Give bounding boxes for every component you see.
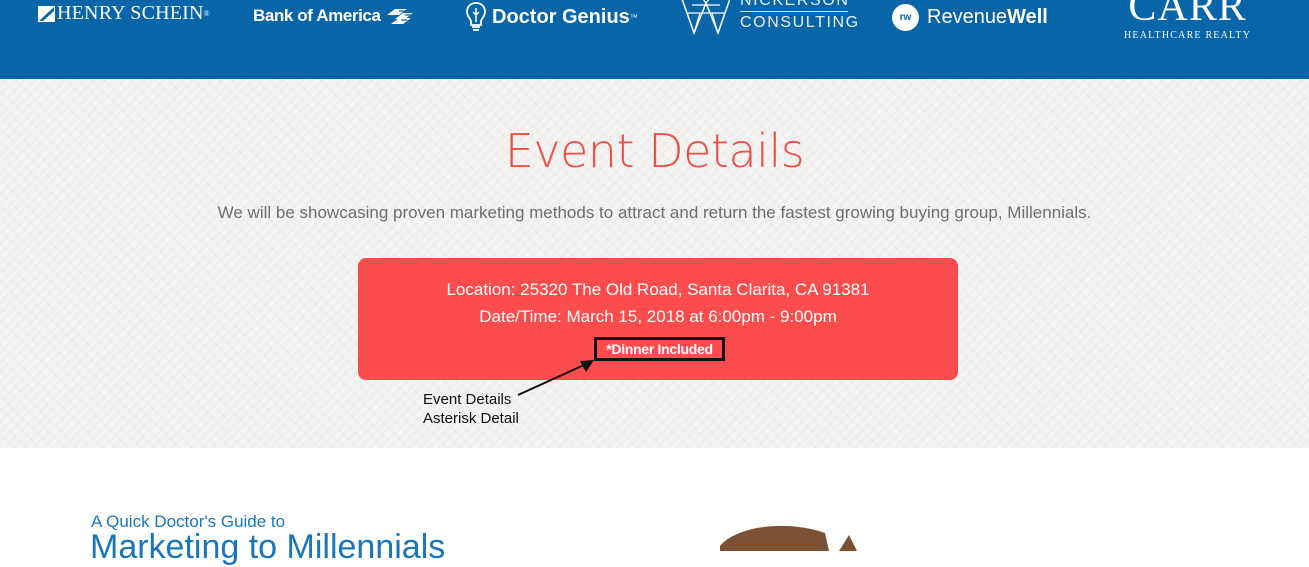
nickerson-consulting-label: CONSULTING (740, 14, 860, 31)
bank-of-america-flag-icon (386, 9, 413, 24)
annotation-arrow-icon (517, 360, 594, 396)
trademark-mark: ™ (629, 12, 638, 22)
carr-subtitle: HEALTHCARE REALTY (1124, 30, 1252, 41)
registered-mark: ® (203, 9, 210, 18)
revenuewell-name-bold: Well (1007, 6, 1048, 28)
revenuewell-logo[interactable]: rw Revenue Well (892, 4, 1048, 31)
nickerson-name: NICKERSON (740, 0, 850, 9)
bank-of-america-name: Bank of America (253, 6, 381, 25)
guide-title: Marketing to Millennials (90, 528, 446, 566)
annotation-line-2: Asterisk Detail (423, 410, 519, 427)
event-details-heading: Event Details (504, 124, 805, 178)
nickerson-consulting-logo[interactable]: NICKERSON CONSULTING (678, 0, 860, 35)
event-details-section: Event Details We will be showcasing prov… (0, 79, 1309, 448)
henry-schein-name: HENRY SCHEIN (57, 2, 204, 24)
annotation-label: Event Details Asterisk Detail (423, 390, 519, 428)
revenuewell-badge-icon: rw (892, 4, 919, 31)
bank-of-america-logo[interactable]: Bank of America (253, 6, 415, 26)
sponsor-logo-band: HENRY SCHEIN ® Bank of America Doctor Gen… (0, 0, 1309, 79)
nickerson-mark-icon (681, 0, 731, 35)
carr-name: CARR (1128, 0, 1247, 30)
dinner-included-note: *Dinner Included (594, 337, 725, 361)
guide-illustration-icon (720, 525, 857, 551)
nickerson-divider (740, 11, 848, 12)
doctor-genius-name: Doctor Genius (492, 5, 630, 28)
event-datetime: Date/Time: March 15, 2018 at 6:00pm - 9:… (479, 307, 837, 326)
event-info-card: Location: 25320 The Old Road, Santa Clar… (358, 258, 958, 380)
henry-schein-logo[interactable]: HENRY SCHEIN ® (38, 2, 210, 25)
doctor-genius-logo[interactable]: Doctor Genius ™ (466, 2, 638, 32)
revenuewell-name-light: Revenue (927, 6, 1008, 28)
event-description: We will be showcasing proven marketing m… (217, 203, 1092, 222)
event-location: Location: 25320 The Old Road, Santa Clar… (446, 280, 870, 299)
annotation-line-1: Event Details (423, 391, 512, 408)
carr-healthcare-realty-logo[interactable]: CARR HEALTHCARE REALTY (1124, 0, 1251, 41)
lightbulb-icon (466, 2, 486, 31)
henry-schein-mark-icon (38, 5, 55, 22)
